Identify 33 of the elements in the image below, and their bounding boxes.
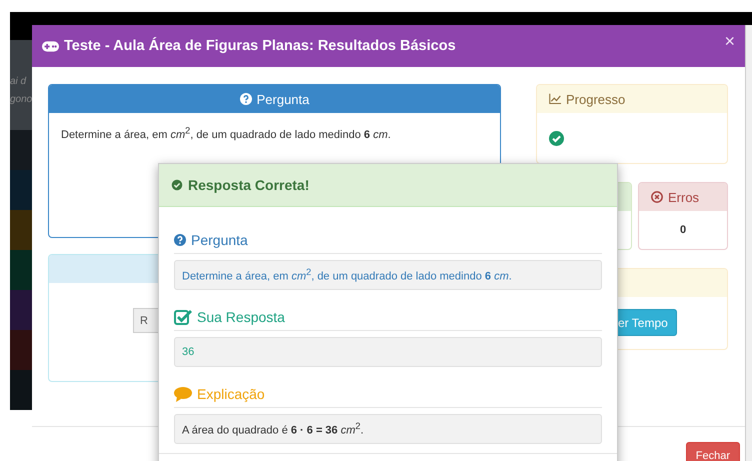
check-circle-icon [171, 179, 183, 191]
backdrop-text: gono [10, 94, 32, 106]
gamepad-icon [42, 40, 59, 52]
question-icon [240, 93, 252, 105]
checkbox-icon [174, 309, 192, 325]
backdrop-tile [10, 170, 32, 210]
question-icon [174, 234, 186, 246]
question-text: Determine a área, em cm$^{2}$, de um quadrado de lado medindo 6 cm. [61, 129, 391, 141]
section-heading: Explicação [197, 386, 265, 402]
backdrop-tile [10, 130, 32, 170]
scrollbar[interactable] [745, 25, 752, 461]
section-text: A área do quadrado é 6 · 6 = 36 cm$^{2}$. [182, 421, 364, 437]
error-count: 0 [680, 224, 686, 236]
backdrop-tile [10, 210, 32, 250]
panel-title: Erros [668, 190, 700, 204]
modal-title: Teste - Aula Área de Figuras Planas: Resultados Básicos [64, 38, 457, 54]
backdrop-tile [10, 290, 32, 330]
backdrop-tile [10, 370, 32, 410]
close-modal-button[interactable]: Fechar [686, 442, 740, 461]
panel-title: Pergunta [256, 92, 310, 106]
close-button[interactable]: × [724, 30, 735, 52]
result-title: Resposta Correta! [188, 177, 310, 193]
line-chart-icon [549, 93, 561, 105]
section-heading: Sua Resposta [197, 309, 285, 325]
section-text: Determine a área, em cm$^{2}$, de um quadrado de lado medindo 6 cm. [182, 267, 512, 283]
backdrop-tile [10, 330, 32, 370]
backdrop-tile [10, 250, 32, 290]
panel-title: Progresso [566, 92, 626, 106]
speech-bubble-icon [174, 386, 192, 402]
backdrop-text: ai d [10, 76, 28, 88]
section-text: 36 [182, 346, 194, 358]
x-circle-icon [651, 191, 663, 203]
section-heading: Pergunta [191, 232, 248, 248]
